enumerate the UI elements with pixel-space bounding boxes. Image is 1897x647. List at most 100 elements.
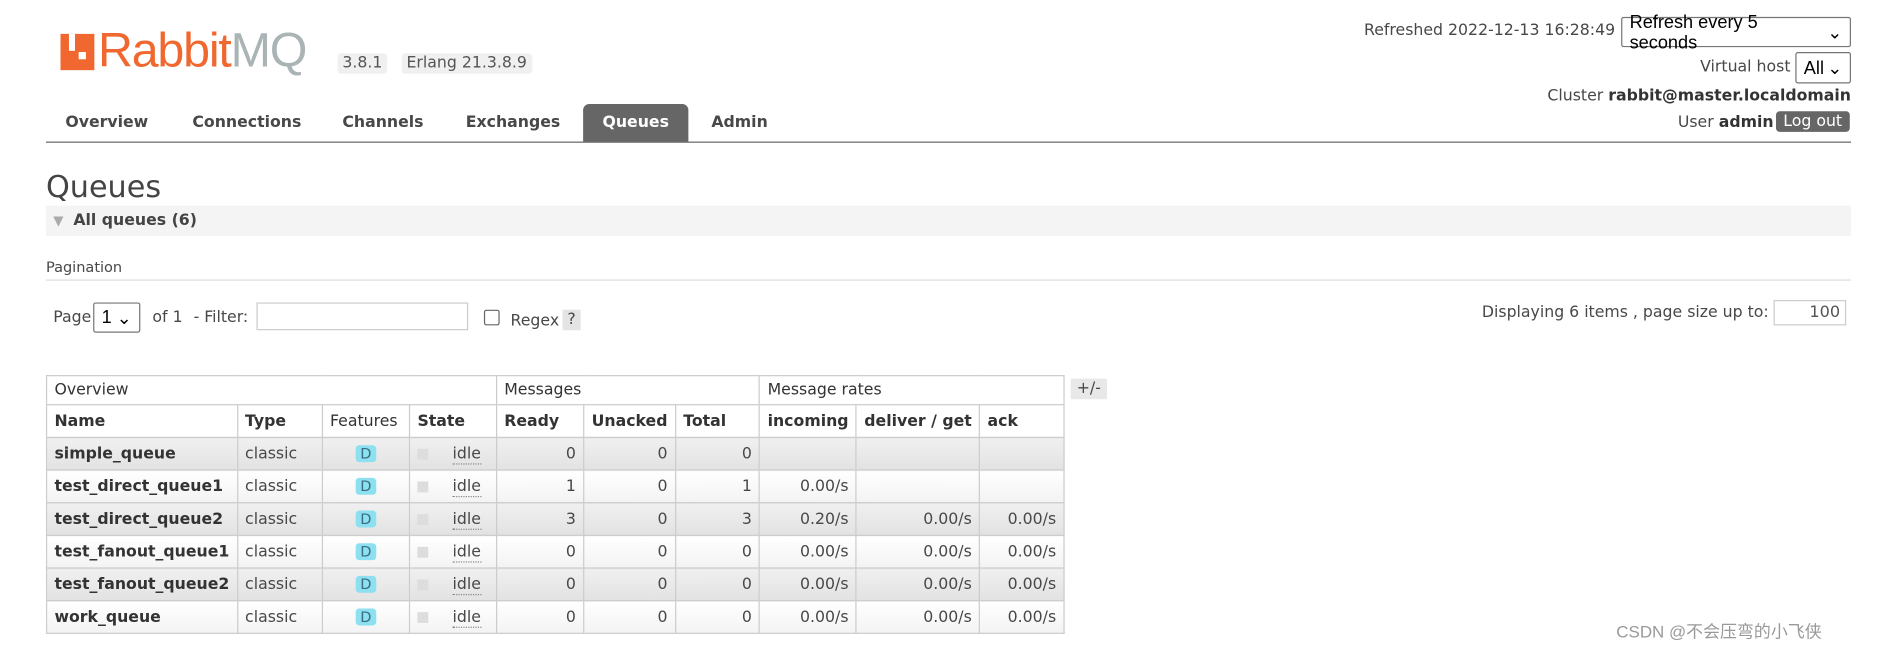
state-indicator-icon: [417, 578, 429, 590]
vhost-select-value: All: [1803, 57, 1824, 79]
incoming-rate: 0.00/s: [759, 600, 858, 634]
tab-channels[interactable]: Channels: [323, 104, 443, 142]
col-incoming[interactable]: incoming: [759, 404, 858, 438]
tab-connections[interactable]: Connections: [173, 104, 321, 142]
regex-help-button[interactable]: ?: [562, 309, 581, 331]
total-count: 0: [674, 600, 761, 634]
tab-queues[interactable]: Queues: [583, 104, 689, 142]
refresh-interval-select[interactable]: Refresh every 5 seconds ⌄: [1621, 11, 1851, 53]
ready-count: 1: [495, 469, 585, 504]
incoming-rate: 0.00/s: [759, 534, 858, 569]
col-type[interactable]: Type: [236, 404, 323, 438]
features-cell: D: [321, 502, 411, 536]
table-row: test_direct_queue2 classic Didle 3 0 3 0.20/s 0…: [45, 502, 1065, 536]
chevron-down-icon: ⌄: [1827, 58, 1843, 79]
total-count: 3: [674, 502, 761, 536]
queue-type: classic: [236, 534, 323, 569]
state-cell: idle: [408, 600, 497, 634]
table-row: test_fanout_queue2 classic Didle 0 0 0 0.00/s 0…: [45, 567, 1065, 602]
pagination-label: Pagination: [45, 258, 123, 276]
page-select-value: 1: [101, 307, 112, 328]
table-row: test_fanout_queue1 classic Didle 0 0 0 0.00/s 0…: [45, 534, 1065, 569]
filter-input[interactable]: [256, 302, 469, 331]
logo-text-mq: MQ: [230, 24, 308, 78]
incoming-rate: 0.00/s: [759, 567, 858, 602]
durable-badge: D: [355, 542, 377, 560]
ready-count: 0: [495, 436, 585, 471]
ack-rate: [979, 436, 1065, 471]
table-row: simple_queue classic Didle 0 0 0: [45, 436, 1065, 471]
unacked-count: 0: [583, 469, 676, 504]
col-ack[interactable]: ack: [979, 404, 1065, 438]
col-total[interactable]: Total: [674, 404, 761, 438]
page-label: Page: [53, 308, 92, 327]
page-title: Queues: [45, 169, 162, 205]
group-messages: Messages: [495, 375, 761, 406]
queue-type: classic: [236, 436, 323, 471]
queue-type: classic: [236, 469, 323, 504]
refreshed-timestamp: Refreshed 2022-12-13 16:28:49: [1363, 21, 1616, 40]
col-state[interactable]: State: [408, 404, 497, 438]
ready-count: 0: [495, 534, 585, 569]
triangle-down-icon: ▼: [53, 212, 64, 229]
all-queues-section-toggle[interactable]: ▼ All queues (6): [45, 205, 1851, 236]
col-unacked[interactable]: Unacked: [583, 404, 676, 438]
durable-badge: D: [355, 575, 377, 593]
version-badge: 3.8.1: [337, 53, 388, 74]
group-overview: Overview: [45, 375, 497, 406]
state-indicator-icon: [417, 448, 429, 460]
col-deliver-get[interactable]: deliver / get: [855, 404, 981, 438]
virtual-host-select[interactable]: All ⌄: [1795, 52, 1851, 84]
state-cell: idle: [408, 502, 497, 536]
col-name[interactable]: Name: [45, 404, 238, 438]
features-cell: D: [321, 567, 411, 602]
unacked-count: 0: [583, 534, 676, 569]
cluster-info: Cluster rabbit@master.localdomain: [1547, 87, 1851, 105]
queue-type: classic: [236, 502, 323, 536]
user-info: User admin: [1678, 114, 1774, 132]
queue-name-link[interactable]: test_fanout_queue2: [45, 567, 238, 602]
logo-text-rabbit: Rabbit: [97, 24, 232, 78]
column-toggle-button[interactable]: +/-: [1070, 378, 1107, 400]
queue-name-link[interactable]: test_direct_queue1: [45, 469, 238, 504]
queue-state: idle: [452, 444, 481, 464]
page-select[interactable]: 1 ⌄: [93, 302, 141, 333]
regex-checkbox[interactable]: [483, 309, 500, 326]
tab-exchanges[interactable]: Exchanges: [446, 104, 579, 142]
ready-count: 3: [495, 502, 585, 536]
chevron-down-icon: ⌄: [116, 307, 132, 329]
queue-type: classic: [236, 600, 323, 634]
unacked-count: 0: [583, 600, 676, 634]
ack-rate: [979, 469, 1065, 504]
nav-divider: [45, 141, 1851, 143]
deliver-get-rate: 0.00/s: [855, 502, 981, 536]
state-indicator-icon: [417, 611, 429, 623]
durable-badge: D: [355, 444, 377, 462]
queue-name-link[interactable]: simple_queue: [45, 436, 238, 471]
queue-name-link[interactable]: test_fanout_queue1: [45, 534, 238, 569]
deliver-get-rate: [855, 469, 981, 504]
page-count: of 1: [152, 308, 183, 327]
page-size-input[interactable]: [1773, 300, 1847, 326]
cluster-name: rabbit@master.localdomain: [1608, 87, 1851, 106]
unacked-count: 0: [583, 502, 676, 536]
tab-overview[interactable]: Overview: [46, 104, 168, 142]
col-ready[interactable]: Ready: [495, 404, 585, 438]
queue-name-link[interactable]: work_queue: [45, 600, 238, 634]
queue-state: idle: [452, 509, 481, 530]
ready-count: 0: [495, 600, 585, 634]
logout-button[interactable]: Log out: [1775, 111, 1850, 132]
ack-rate: 0.00/s: [979, 502, 1065, 536]
table-row: work_queue classic Didle 0 0 0 0.00/s 0.00/s 0.0…: [45, 600, 1065, 634]
chevron-down-icon: ⌄: [1827, 22, 1843, 43]
unacked-count: 0: [583, 567, 676, 602]
queue-name-link[interactable]: test_direct_queue2: [45, 502, 238, 536]
incoming-rate: [759, 436, 858, 471]
erlang-badge: Erlang 21.3.8.9: [401, 53, 532, 74]
tab-admin[interactable]: Admin: [692, 104, 787, 142]
features-cell: D: [321, 436, 411, 471]
col-features: Features: [321, 404, 411, 438]
state-cell: idle: [408, 436, 497, 471]
features-cell: D: [321, 469, 411, 504]
virtual-host-label: Virtual host: [1700, 58, 1791, 77]
